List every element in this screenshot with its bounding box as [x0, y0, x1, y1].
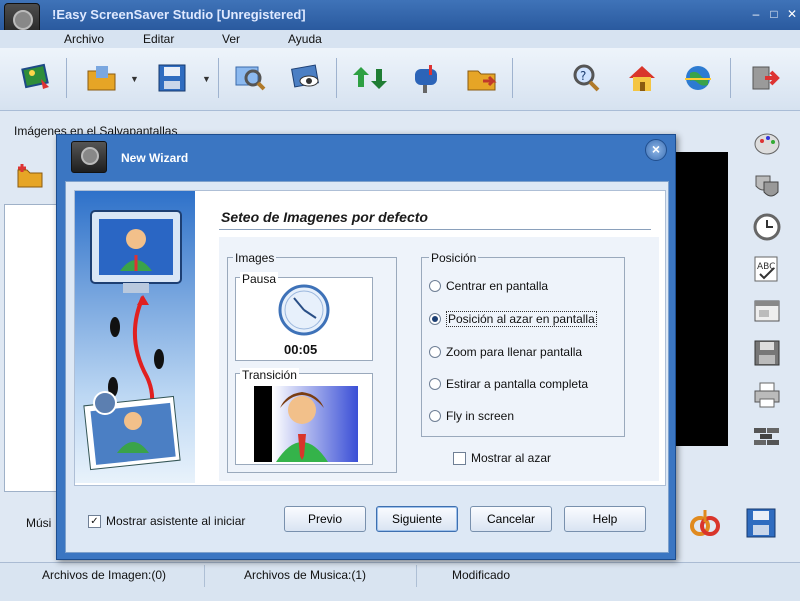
- option-fly-in-radio[interactable]: [429, 410, 441, 422]
- images-group-label: Images: [233, 251, 277, 265]
- mostrar-asistente-checkbox[interactable]: ✓ Mostrar asistente al iniciar: [88, 514, 245, 528]
- wall-icon[interactable]: [750, 420, 784, 454]
- disk-icon[interactable]: [750, 336, 784, 370]
- option-fly-in-label: Fly in screen: [446, 409, 515, 423]
- mostrar-asistente-label: Mostrar asistente al iniciar: [106, 514, 246, 528]
- option-fly-in[interactable]: Fly in screen: [429, 409, 514, 423]
- transicion-preview[interactable]: [236, 374, 372, 464]
- printer-icon[interactable]: [750, 378, 784, 412]
- option-centrar-radio[interactable]: [429, 280, 441, 292]
- spellcheck-icon[interactable]: ABC: [750, 252, 784, 286]
- maximize-button[interactable]: □: [766, 6, 782, 22]
- option-centrar-label: Centrar en pantalla: [446, 279, 549, 293]
- open-folder-icon[interactable]: [82, 58, 122, 98]
- wizard-heading: Seteo de Imagenes por defecto: [221, 209, 428, 225]
- svg-text:?: ?: [580, 69, 586, 83]
- option-estirar[interactable]: Estirar a pantalla completa: [429, 377, 588, 391]
- wizard-app-icon: [71, 141, 107, 173]
- menu-ver[interactable]: Ver: [222, 32, 240, 46]
- window-title: !Easy ScreenSaver Studio [Unregistered]: [52, 7, 306, 22]
- help-button[interactable]: Help: [564, 506, 646, 532]
- previo-button[interactable]: Previo: [284, 506, 366, 532]
- preview-search-icon[interactable]: [230, 58, 270, 98]
- close-button[interactable]: ✕: [784, 6, 800, 22]
- wizard-illustration: [75, 191, 195, 483]
- option-posicion-azar[interactable]: Posición al azar en pantalla: [429, 311, 597, 327]
- open-dropdown-icon[interactable]: ▼: [130, 74, 139, 84]
- window-icon[interactable]: [750, 294, 784, 328]
- help-search-icon[interactable]: ?: [566, 58, 606, 98]
- menu-archivo[interactable]: Archivo: [64, 32, 104, 46]
- globe-icon[interactable]: [678, 58, 718, 98]
- pausa-label: Pausa: [240, 272, 279, 286]
- mostrar-azar-label: Mostrar al azar: [471, 451, 552, 465]
- wizard-dialog: New Wizard × Seteo de Imagenes por defec…: [56, 134, 676, 560]
- mostrar-azar-check-box[interactable]: [453, 451, 466, 465]
- wizard-body: Seteo de Imagenes por defecto Images Pau…: [65, 181, 669, 553]
- title-bar: !Easy ScreenSaver Studio [Unregistered] …: [0, 0, 800, 39]
- image-add-icon[interactable]: [16, 58, 56, 98]
- wizard-content: Images Pausa 00:05 Transición Posición C…: [219, 237, 659, 481]
- pausa-box: Pausa 00:05: [235, 272, 373, 361]
- image-list[interactable]: [4, 204, 58, 492]
- toolbar: ▼ ▼ ?: [0, 48, 800, 111]
- menu-editar[interactable]: Editar: [143, 32, 174, 46]
- siguiente-button[interactable]: Siguiente: [376, 506, 458, 532]
- wizard-title: New Wizard: [121, 151, 189, 165]
- clock-icon[interactable]: [750, 210, 784, 244]
- option-zoom-radio[interactable]: [429, 346, 441, 358]
- mostrar-asistente-check-box[interactable]: ✓: [88, 514, 101, 528]
- preview-panel: [672, 152, 728, 446]
- mailbox-icon[interactable]: [406, 58, 446, 98]
- add-folder-icon[interactable]: [16, 162, 46, 192]
- transicion-box: Transición: [235, 368, 373, 465]
- transicion-label: Transición: [240, 368, 299, 382]
- option-posicion-azar-radio[interactable]: [429, 313, 441, 325]
- posicion-group-label: Posición: [429, 251, 479, 265]
- save-icon[interactable]: [152, 58, 192, 98]
- music-label: Músi: [26, 516, 52, 530]
- recycle-icon[interactable]: [350, 58, 390, 98]
- option-estirar-label: Estirar a pantalla completa: [446, 377, 589, 391]
- status-music: Archivos de Musica:(1): [244, 568, 367, 582]
- pausa-time: 00:05: [284, 342, 318, 357]
- screen-eye-icon[interactable]: [286, 58, 326, 98]
- palette-icon[interactable]: [750, 126, 784, 160]
- menu-bar: Archivo Editar Ver Ayuda: [0, 30, 800, 48]
- option-zoom-label: Zoom para llenar pantalla: [446, 345, 583, 359]
- music-cd-icon[interactable]: [688, 506, 722, 540]
- minimize-button[interactable]: –: [748, 6, 764, 22]
- wizard-panel: Seteo de Imagenes por defecto Images Pau…: [74, 190, 666, 486]
- home-icon[interactable]: [622, 58, 662, 98]
- option-estirar-radio[interactable]: [429, 378, 441, 390]
- status-modified: Modificado: [452, 568, 511, 582]
- folder-export-icon[interactable]: [462, 58, 502, 98]
- status-bar: Archivos de Imagen:(0) Archivos de Music…: [0, 562, 800, 601]
- music-save-icon[interactable]: [744, 506, 778, 540]
- exit-icon[interactable]: [744, 58, 784, 98]
- option-zoom[interactable]: Zoom para llenar pantalla: [429, 345, 582, 359]
- save-dropdown-icon[interactable]: ▼: [202, 74, 211, 84]
- cancelar-button[interactable]: Cancelar: [470, 506, 552, 532]
- option-posicion-azar-label: Posición al azar en pantalla: [446, 311, 597, 327]
- status-images: Archivos de Imagen:(0): [42, 568, 167, 582]
- theater-masks-icon[interactable]: [750, 168, 784, 202]
- option-centrar[interactable]: Centrar en pantalla: [429, 279, 548, 293]
- wizard-close-button[interactable]: ×: [645, 139, 667, 161]
- menu-ayuda[interactable]: Ayuda: [288, 32, 322, 46]
- mostrar-azar-checkbox[interactable]: Mostrar al azar: [453, 451, 551, 465]
